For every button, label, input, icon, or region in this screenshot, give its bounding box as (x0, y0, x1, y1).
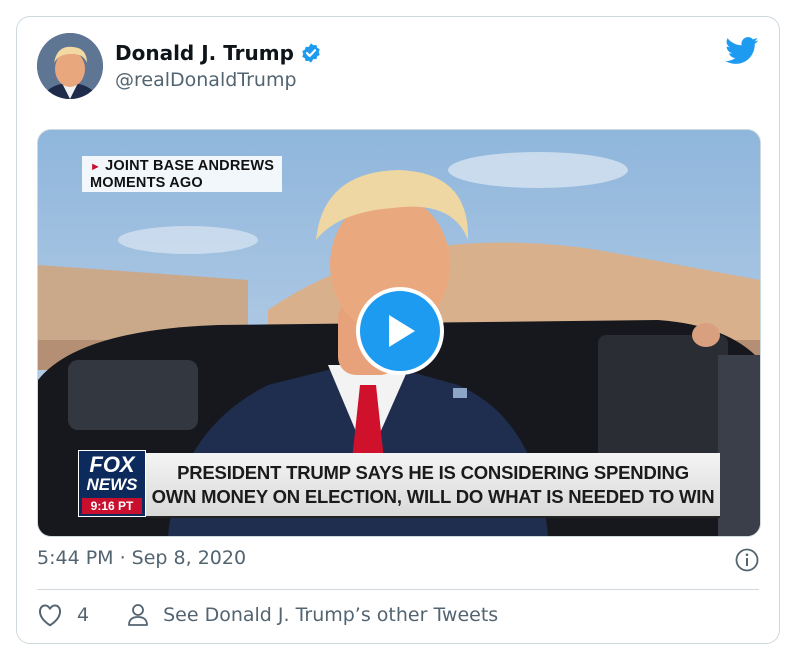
tweet-card: Donald J. Trump @realDonaldTrump ► JOINT… (16, 16, 780, 644)
location-tag-line: JOINT BASE ANDREWS (105, 158, 275, 174)
tweet-timestamp[interactable]: 5:44 PM · Sep 8, 2020 (37, 547, 246, 569)
network-logo-line: FOX (89, 452, 135, 477)
other-tweets-label: See Donald J. Trump’s other Tweets (163, 604, 499, 626)
verified-badge-icon (302, 43, 320, 63)
chyron-line: OWN MONEY ON ELECTION, WILL DO WHAT IS N… (151, 485, 715, 507)
live-arrow-icon: ► (90, 161, 102, 173)
location-tag-line: MOMENTS AGO (90, 175, 203, 191)
info-icon[interactable] (735, 548, 759, 572)
play-icon (389, 315, 415, 347)
twitter-bird-icon[interactable] (725, 37, 759, 65)
like-count: 4 (77, 604, 90, 626)
network-time: 9:16 PT (82, 498, 142, 514)
person-icon (128, 604, 148, 626)
author-handle[interactable]: @realDonaldTrump (115, 69, 297, 91)
tweet-actions: 4 See Donald J. Trump’s other Tweets (37, 603, 498, 627)
play-button[interactable] (356, 287, 444, 375)
news-chyron: PRESIDENT TRUMP SAYS HE IS CONSIDERING S… (146, 453, 720, 518)
network-logo: FOX NEWS 9:16 PT (78, 450, 146, 517)
avatar-image (37, 33, 103, 99)
like-button[interactable]: 4 (37, 603, 89, 627)
author-name[interactable]: Donald J. Trump (115, 41, 294, 65)
location-tag: ► JOINT BASE ANDREWS MOMENTS AGO (82, 156, 283, 192)
other-tweets-link[interactable]: See Donald J. Trump’s other Tweets (127, 603, 498, 627)
heart-icon (39, 604, 61, 627)
network-logo-line: NEWS (86, 475, 138, 494)
video-player[interactable]: ► JOINT BASE ANDREWS MOMENTS AGO FOX NEWS… (37, 129, 761, 537)
chyron-line: PRESIDENT TRUMP SAYS HE IS CONSIDERING S… (177, 461, 689, 483)
divider (37, 589, 759, 590)
avatar[interactable] (37, 33, 103, 99)
